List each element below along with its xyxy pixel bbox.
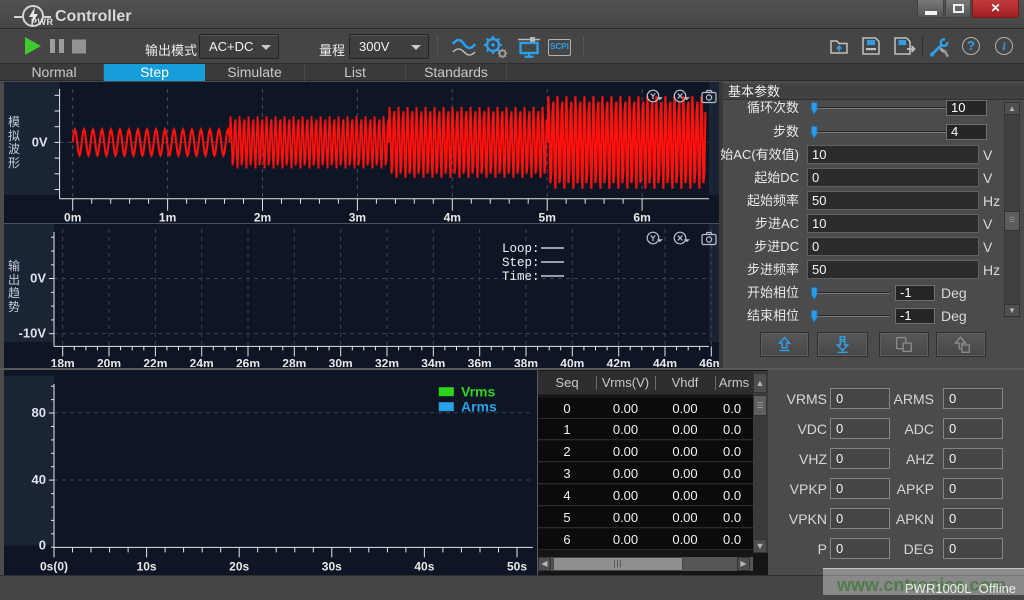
svg-text:46m: 46m: [699, 356, 719, 367]
svg-text:0m: 0m: [64, 211, 81, 223]
svg-text:26m: 26m: [236, 356, 260, 367]
svg-text:Loop:: Loop:: [502, 242, 540, 256]
svg-text:34m: 34m: [421, 356, 445, 367]
svg-text:24m: 24m: [190, 356, 214, 367]
svg-text:Step:: Step:: [502, 256, 540, 270]
svg-text:30s: 30s: [322, 559, 342, 573]
svg-text:0: 0: [39, 537, 46, 552]
svg-text:20m: 20m: [97, 356, 121, 367]
svg-text:36m: 36m: [468, 356, 492, 367]
svg-text:4m: 4m: [444, 211, 461, 223]
svg-text:20s: 20s: [229, 559, 249, 573]
svg-text:18m: 18m: [51, 356, 75, 367]
svg-text:40s: 40s: [414, 559, 434, 573]
svg-text:10s: 10s: [137, 559, 157, 573]
svg-text:1m: 1m: [159, 211, 176, 223]
svg-text:6m: 6m: [633, 211, 650, 223]
svg-text:38m: 38m: [514, 356, 538, 367]
svg-text:0V: 0V: [32, 134, 48, 149]
svg-text:42m: 42m: [607, 356, 631, 367]
svg-text:40m: 40m: [560, 356, 584, 367]
svg-text:5m: 5m: [539, 211, 556, 223]
svg-text:80: 80: [32, 405, 46, 420]
svg-text:32m: 32m: [375, 356, 399, 367]
svg-text:3m: 3m: [349, 211, 366, 223]
svg-text:50s: 50s: [507, 559, 527, 573]
svg-text:22m: 22m: [143, 356, 167, 367]
svg-text:Time:: Time:: [502, 270, 540, 284]
svg-text:2m: 2m: [254, 211, 271, 223]
svg-text:40: 40: [32, 472, 46, 487]
svg-text:44m: 44m: [653, 356, 677, 367]
svg-text:0s(0): 0s(0): [40, 559, 68, 573]
svg-text:Arms: Arms: [461, 399, 497, 415]
svg-text:30m: 30m: [329, 356, 353, 367]
svg-text:-10V: -10V: [19, 326, 47, 341]
svg-text:28m: 28m: [282, 356, 306, 367]
svg-text:0V: 0V: [30, 271, 46, 286]
svg-text:Vrms: Vrms: [461, 384, 495, 400]
